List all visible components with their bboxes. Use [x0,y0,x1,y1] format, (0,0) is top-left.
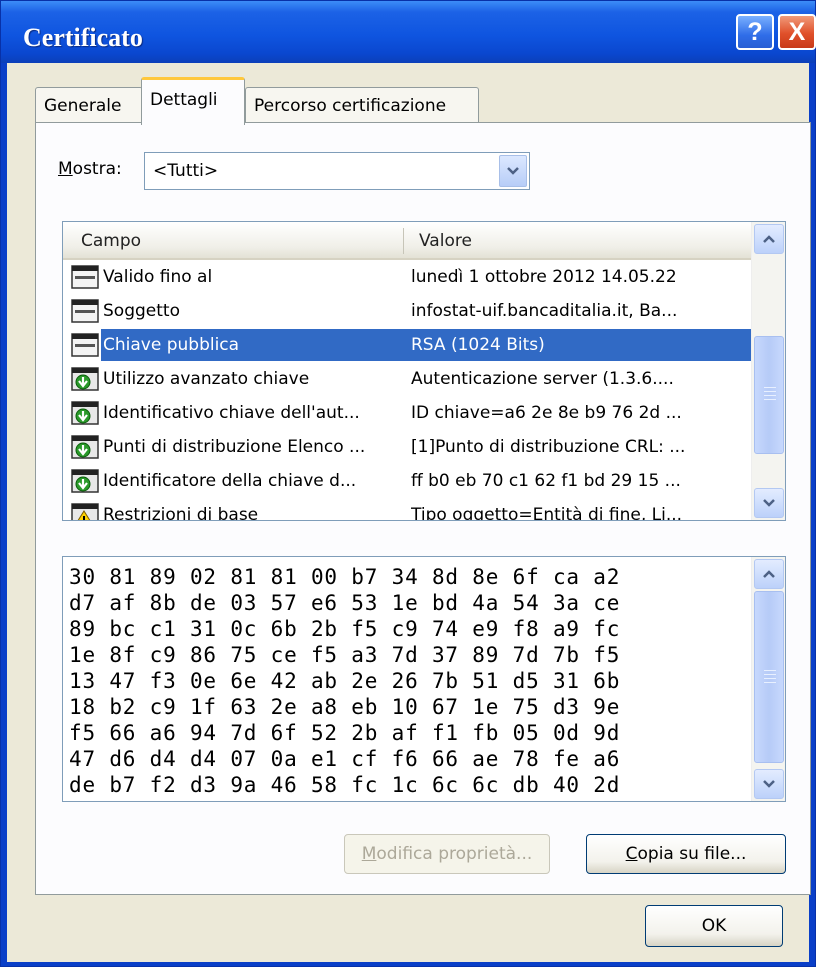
tab-percorso-certificazione[interactable]: Percorso certificazione [245,87,479,123]
scroll-down-button[interactable] [754,488,784,518]
mostra-selected-value: <Tutti> [153,161,219,181]
mostra-dropdown[interactable]: <Tutti> [144,152,530,190]
ok-button[interactable]: OK [645,905,783,947]
dialog-client-area: Generale Dettagli Percorso certificazion… [7,63,811,962]
hex-line: de b7 f2 d3 9a 46 58 fc 1c 6c 6c db 40 2… [69,773,621,797]
document-field-icon [71,332,99,358]
field-value: Autenticazione server (1.3.6.... [411,369,674,389]
extension-icon [71,468,99,494]
extension-icon [71,366,99,392]
hex-line: 30 81 89 02 81 81 00 b7 34 8d 8e 6f ca a… [69,565,621,589]
scroll-thumb[interactable] [754,591,784,763]
certificate-dialog: Certificato ? X Generale Dettagli Percor… [0,0,816,967]
table-row[interactable]: Utilizzo avanzato chiave Autenticazione s… [63,362,751,396]
field-name: Soggetto [103,301,180,321]
field-value: infostat-uif.bancaditalia.it, Ba... [411,301,678,321]
tab-dettagli[interactable]: Dettagli [141,77,245,125]
title-bar[interactable]: Certificato ? X [1,1,816,63]
document-field-icon [71,264,99,290]
detail-scrollbar[interactable] [751,557,785,801]
value-detail-box[interactable]: 30 81 89 02 81 81 00 b7 34 8d 8e 6f ca a… [62,556,786,802]
edit-properties-button[interactable]: Modifica proprietà... [344,834,550,874]
field-name: Valido fino al [103,267,213,287]
document-field-icon [71,298,99,324]
table-row[interactable]: Identificatore della chiave d... ff b0 eb… [63,464,751,498]
list-header: Campo Valore [63,222,751,260]
field-name: Identificatore della chiave d... [103,471,357,491]
chevron-down-icon [507,167,519,175]
table-row[interactable]: Soggetto infostat-uif.bancaditalia.it, Ba… [63,294,751,328]
chevron-down-icon [763,499,775,507]
table-row[interactable]: Identificativo chiave dell'aut... ID chia… [63,396,751,430]
hex-line: f5 66 a6 94 7d 6f 52 2b af f1 fb 05 0d 9… [69,721,621,745]
table-row[interactable]: Restrizioni di base Tipo oggetto=Entità d… [63,498,751,521]
column-header-campo[interactable]: Campo [81,231,141,251]
dropdown-button[interactable] [499,155,527,187]
field-name: Punti di distribuzione Elenco ... [103,437,366,457]
scroll-up-button[interactable] [754,559,784,589]
critical-extension-icon [71,502,99,520]
field-value: ff b0 eb 70 c1 62 f1 bd 29 15 ... [411,471,681,491]
hex-line: 13 47 f3 0e 6e 42 ab 2e 26 7b 51 d5 31 6… [69,669,621,693]
details-panel: Mostra: <Tutti> Campo Valore Valido fino… [35,122,811,895]
field-name: Utilizzo avanzato chiave [103,369,310,389]
chevron-up-icon [763,235,775,243]
column-divider[interactable] [403,228,404,254]
help-button[interactable]: ? [736,14,774,50]
field-value: RSA (1024 Bits) [411,335,545,355]
field-name: Restrizioni di base [103,505,259,521]
mostra-label: Mostra: [58,159,122,179]
window-title: Certificato [23,23,143,52]
field-value: ID chiave=a6 2e 8e b9 76 2d ... [411,403,682,423]
hex-line: 18 b2 c9 1f 63 2e a8 eb 10 67 1e 75 d3 9… [69,695,621,719]
scroll-up-button[interactable] [754,224,784,254]
scroll-thumb[interactable] [754,336,784,454]
field-name: Chiave pubblica [103,335,240,355]
list-scrollbar[interactable] [751,222,785,520]
hex-line: d7 af 8b de 03 57 e6 53 1e bd 4a 54 3a c… [69,591,621,615]
hex-line: 47 d6 d4 d4 07 0a e1 cf f6 66 ae 78 fe a… [69,747,621,771]
field-name: Identificativo chiave dell'aut... [103,403,360,423]
hex-line: 89 bc c1 31 0c 6b 2b f5 c9 74 e9 f8 a9 f… [69,617,621,641]
close-button[interactable]: X [778,14,816,50]
field-value: lunedì 1 ottobre 2012 14.05.22 [411,267,677,287]
fields-list[interactable]: Campo Valore Valido fino al lunedì 1 otto… [62,221,786,521]
copy-to-file-button[interactable]: Copia su file... [586,834,786,874]
help-icon: ? [747,17,763,46]
extension-icon [71,400,99,426]
close-icon: X [788,17,806,46]
field-value: [1]Punto di distribuzione CRL: ... [411,437,686,457]
chevron-down-icon [763,780,775,788]
field-value: Tipo oggetto=Entità di fine, Li... [411,505,683,521]
hex-line: 1e 8f c9 86 75 ce f5 a3 7d 37 89 7d 7b f… [69,643,621,667]
scroll-down-button[interactable] [754,769,784,799]
extension-icon [71,434,99,460]
chevron-up-icon [763,570,775,578]
table-row[interactable]: Valido fino al lunedì 1 ottobre 2012 14.0… [63,260,751,294]
tab-generale[interactable]: Generale [35,87,143,123]
table-row[interactable]: Chiave pubblica RSA (1024 Bits) [63,328,751,362]
column-header-valore[interactable]: Valore [419,231,472,251]
table-row[interactable]: Punti di distribuzione Elenco ... [1]Punt… [63,430,751,464]
